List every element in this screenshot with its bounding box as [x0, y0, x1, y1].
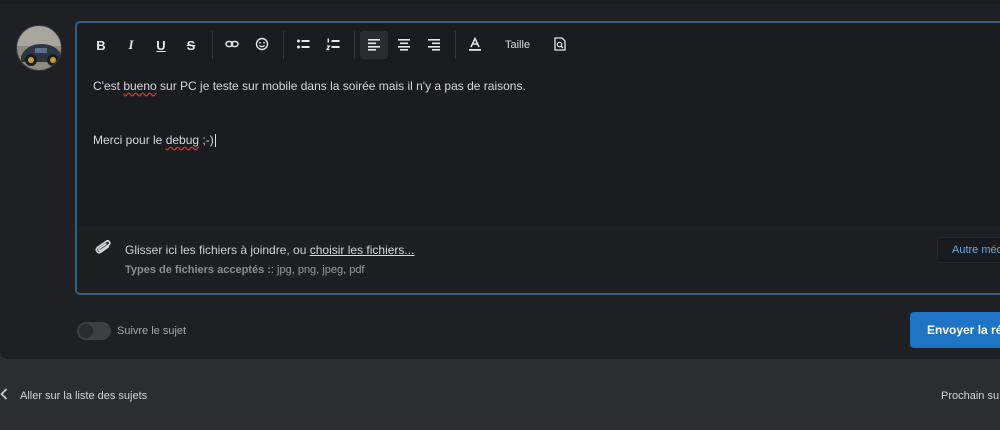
attachment-dropzone[interactable]: Glisser ici les fichiers à joindre, ou c…	[77, 226, 1000, 293]
content-line: Merci pour le debug ;-)	[93, 131, 1000, 149]
bullet-list-icon	[296, 37, 310, 54]
send-reply-button[interactable]: Envoyer la rép	[910, 312, 1000, 348]
align-left-icon	[367, 37, 381, 54]
reply-panel: B I U S Taille C'est bueno sur PC je tes…	[0, 4, 1000, 359]
send-reply-label: Envoyer la rép	[927, 323, 1000, 337]
align-center-icon	[397, 37, 411, 54]
next-topic-label: Prochain su	[941, 390, 1000, 402]
numbered-list-icon	[325, 37, 340, 54]
align-right-icon	[427, 37, 441, 54]
reply-editor[interactable]: B I U S Taille C'est bueno sur PC je tes…	[75, 21, 1000, 295]
back-to-topics-label: Aller sur la liste des sujets	[20, 389, 148, 402]
toolbar-divider	[212, 31, 213, 59]
follow-topic: Suivre le sujet	[77, 322, 186, 340]
toggle-knob	[79, 324, 93, 338]
other-media-button[interactable]: Autre méd	[937, 237, 1000, 263]
drop-text: Glisser ici les fichiers à joindre, ou	[125, 243, 310, 257]
drop-instructions: Glisser ici les fichiers à joindre, ou c…	[125, 243, 414, 257]
emoji-button[interactable]	[248, 31, 276, 59]
editor-content[interactable]: C'est bueno sur PC je teste sur mobile d…	[93, 77, 1000, 149]
bold-button[interactable]: B	[87, 31, 115, 59]
emoji-icon	[255, 37, 269, 54]
preview-button[interactable]	[546, 31, 574, 59]
chevron-left-icon	[0, 388, 8, 403]
bullet-list-button[interactable]	[289, 31, 317, 59]
misspelled-word: bueno	[123, 79, 157, 93]
text-run: C'est	[93, 79, 124, 93]
link-button[interactable]	[218, 31, 246, 59]
other-media-label: Autre méd	[952, 244, 1000, 256]
accepted-file-types: Types de fichiers acceptés :: jpg, png, …	[125, 264, 365, 276]
underline-label: U	[156, 37, 166, 53]
text-color-button[interactable]	[461, 31, 489, 59]
numbered-list-button[interactable]	[319, 31, 347, 59]
strikethrough-label: S	[186, 37, 196, 53]
text-run: Merci pour le	[93, 133, 166, 147]
content-line: C'est bueno sur PC je teste sur mobile d…	[93, 77, 1000, 95]
follow-topic-label: Suivre le sujet	[117, 325, 187, 337]
text-color-icon	[468, 36, 482, 54]
choose-files-link[interactable]: choisir les fichiers...	[310, 243, 415, 257]
align-left-button[interactable]	[360, 31, 388, 59]
text-run: sur PC je teste sur mobile dans la soiré…	[156, 79, 526, 93]
underline-button[interactable]: U	[147, 31, 175, 59]
toolbar-divider	[283, 31, 284, 59]
text-run: ;-)	[199, 133, 214, 147]
misspelled-word: debug	[165, 133, 200, 147]
next-topic-link[interactable]: Prochain su	[941, 390, 999, 402]
paperclip-icon	[93, 238, 115, 265]
toolbar-divider	[354, 31, 355, 59]
preview-icon	[553, 36, 567, 54]
back-to-topics-link[interactable]: Aller sur la liste des sujets	[0, 388, 147, 403]
text-caret	[214, 134, 216, 148]
align-center-button[interactable]	[390, 31, 418, 59]
font-size-label: Taille	[505, 39, 531, 51]
align-right-button[interactable]	[420, 31, 448, 59]
font-size-button[interactable]: Taille	[491, 31, 544, 59]
strikethrough-button[interactable]: S	[177, 31, 205, 59]
follow-topic-toggle[interactable]	[77, 322, 111, 340]
avatar[interactable]	[16, 25, 62, 71]
empty-line	[93, 113, 1000, 131]
link-icon	[225, 37, 239, 54]
editor-toolbar: B I U S Taille	[77, 23, 1000, 67]
empty-line	[93, 95, 1000, 113]
file-types-label: Types de fichiers acceptés :	[125, 264, 271, 276]
toolbar-divider	[455, 31, 456, 59]
file-types-value: : jpg, png, jpeg, pdf	[270, 264, 365, 276]
bold-label: B	[96, 37, 106, 53]
italic-label: I	[128, 37, 134, 52]
italic-button[interactable]: I	[117, 31, 145, 59]
